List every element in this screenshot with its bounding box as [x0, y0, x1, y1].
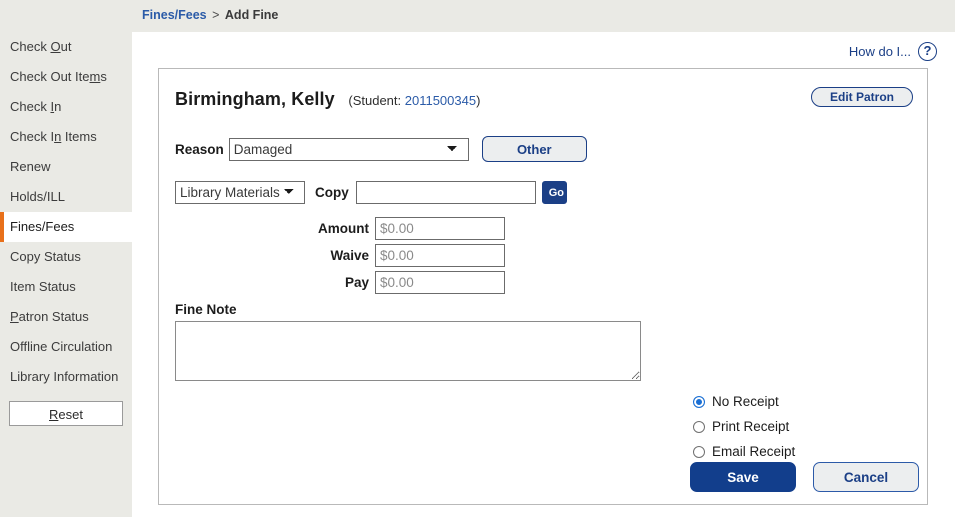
patron-barcode: 2011500345	[404, 93, 477, 108]
reset-accesskey: R	[49, 407, 59, 422]
sidebar-item-label: Fines/Fees	[10, 219, 75, 234]
waive-input[interactable]	[375, 244, 505, 267]
radio-dot-icon[interactable]	[693, 395, 705, 408]
patron-name: Birmingham, Kelly	[175, 89, 335, 109]
fine-note-textarea[interactable]	[175, 321, 641, 381]
sidebar-item-label: Renew	[10, 159, 51, 174]
radio-email-receipt[interactable]: Email Receipt	[693, 439, 795, 464]
sidebar-item-check-in-items[interactable]: Check In Items	[0, 122, 132, 152]
sidebar-item-accesskey: m	[89, 69, 101, 84]
sidebar-item-label-post: atron Status	[18, 309, 89, 324]
sidebar-item-label: Item Status	[10, 279, 76, 294]
amount-row: Amount	[175, 217, 505, 240]
sidebar-item-label: Check	[10, 99, 51, 114]
radio-label: Print Receipt	[712, 419, 790, 434]
sidebar-item-renew[interactable]: Renew	[0, 152, 132, 182]
patron-header: Birmingham, Kelly (Student: 2011500345)	[175, 89, 480, 110]
sidebar-item-copy-status[interactable]: Copy Status	[0, 242, 132, 272]
sidebar-item-fines-fees[interactable]: Fines/Fees	[0, 212, 132, 242]
sidebar-item-label-post: Items	[61, 129, 97, 144]
sidebar-navigation: Check Out Check Out Items Check In Check In…	[0, 32, 132, 517]
sidebar-item-label-post: n	[54, 99, 62, 114]
sidebar-item-label: Library Information	[10, 369, 119, 384]
add-fine-panel: Birmingham, Kelly (Student: 2011500345) …	[158, 68, 928, 505]
patron-meta-prefix: (Student:	[348, 93, 405, 108]
sidebar-item-label: Holds/ILL	[10, 189, 65, 204]
radio-print-receipt[interactable]: Print Receipt	[693, 414, 795, 439]
action-button-row: Save Cancel	[690, 462, 919, 492]
sidebar-item-accesskey: P	[10, 309, 19, 324]
waive-label: Waive	[330, 248, 369, 263]
other-button[interactable]: Other	[481, 136, 587, 162]
question-mark-circle-icon[interactable]: ?	[918, 42, 937, 61]
breadcrumb-link-fines-fees[interactable]: Fines/Fees	[142, 8, 207, 22]
reason-select[interactable]: Damaged	[228, 137, 469, 161]
radio-dot-icon[interactable]	[693, 445, 705, 458]
breadcrumb: Fines/Fees > Add Fine	[142, 8, 278, 22]
sidebar-item-holds-ill[interactable]: Holds/ILL	[0, 182, 132, 212]
sidebar-item-item-status[interactable]: Item Status	[0, 272, 132, 302]
sidebar-item-list: Check Out Check Out Items Check In Check In…	[0, 32, 132, 392]
reset-button[interactable]: Reset	[9, 401, 123, 426]
sidebar-item-check-out-items[interactable]: Check Out Items	[0, 62, 132, 92]
breadcrumb-current-add-fine: Add Fine	[224, 8, 279, 22]
save-button[interactable]: Save	[690, 462, 796, 492]
sidebar-item-accesskey: O	[50, 39, 61, 54]
pay-row: Pay	[175, 271, 505, 294]
reset-label-post: eset	[58, 407, 83, 422]
copy-input[interactable]	[355, 181, 536, 204]
reason-label: Reason	[175, 141, 224, 157]
sidebar-item-label: Check I	[10, 129, 55, 144]
copy-row: Library Materials Copy Go	[175, 181, 567, 204]
help-row: How do I... ?	[849, 42, 937, 61]
sidebar-item-label: Check Out Ite	[10, 69, 90, 84]
radio-label: Email Receipt	[712, 444, 796, 459]
sidebar-item-label: Offline Circulation	[10, 339, 113, 354]
how-do-i-link[interactable]: How do I...	[849, 44, 911, 59]
breadcrumb-separator: >	[212, 8, 220, 22]
sidebar-item-offline-circulation[interactable]: Offline Circulation	[0, 332, 132, 362]
sidebar-item-label: Check	[10, 39, 51, 54]
sidebar-item-label: Copy Status	[10, 249, 81, 264]
radio-dot-icon[interactable]	[693, 420, 705, 433]
waive-row: Waive	[175, 244, 505, 267]
sidebar-item-library-information[interactable]: Library Information	[0, 362, 132, 392]
amount-input[interactable]	[375, 217, 505, 240]
patron-meta-suffix: )	[476, 93, 481, 108]
sidebar-item-check-in[interactable]: Check In	[0, 92, 132, 122]
patron-meta: (Student: 2011500345)	[348, 93, 480, 108]
sidebar-item-label-post: s	[100, 69, 107, 84]
copy-label: Copy	[315, 185, 349, 200]
edit-patron-button[interactable]: Edit Patron	[810, 87, 913, 107]
sidebar-item-check-out[interactable]: Check Out	[0, 32, 132, 62]
amount-label: Amount	[318, 221, 369, 236]
radio-no-receipt[interactable]: No Receipt	[693, 389, 795, 414]
reason-row: Reason Damaged Other	[175, 136, 587, 162]
top-breadcrumb-bar: Fines/Fees > Add Fine	[0, 0, 955, 32]
main-content-area: How do I... ? Birmingham, Kelly (Student…	[132, 32, 955, 517]
sidebar-item-label-post: ut	[60, 39, 72, 54]
radio-label: No Receipt	[712, 394, 779, 409]
fine-note-label: Fine Note	[175, 302, 237, 317]
material-type-select[interactable]: Library Materials	[175, 181, 305, 204]
cancel-button[interactable]: Cancel	[813, 462, 919, 492]
sidebar-item-patron-status[interactable]: Patron Status	[0, 302, 132, 332]
pay-input[interactable]	[375, 271, 505, 294]
go-button[interactable]: Go	[541, 181, 567, 204]
pay-label: Pay	[344, 275, 369, 290]
receipt-option-group: No Receipt Print Receipt Email Receipt	[693, 389, 795, 464]
